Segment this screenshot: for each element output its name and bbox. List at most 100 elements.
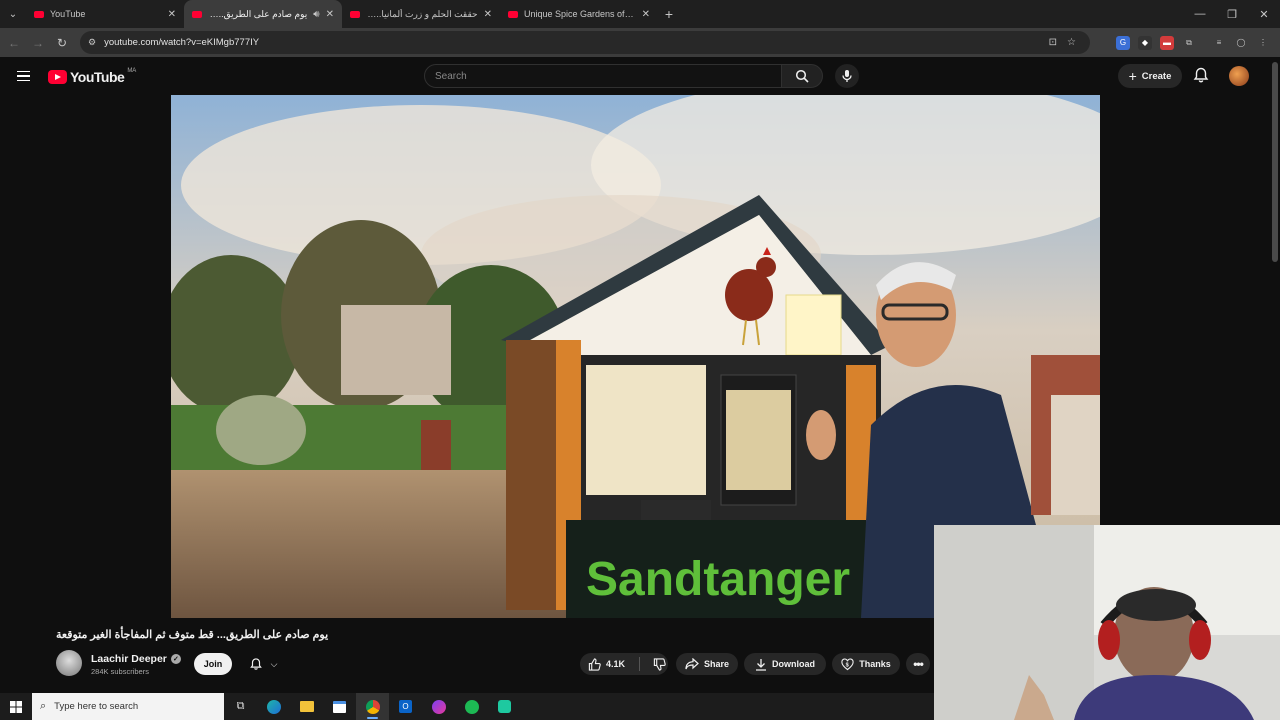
windows-taskbar: ⌕ Type here to search ⧉ O (0, 693, 934, 720)
task-view-icon[interactable]: ⧉ (224, 693, 257, 720)
plus-icon: + (1128, 68, 1137, 84)
youtube-favicon-icon (192, 10, 202, 18)
like-dislike-group: 4.1K (580, 653, 668, 675)
address-toolbar: ← → ↻ ⚙ youtube.com/watch?v=eKIMgb777IY … (0, 28, 1280, 57)
account-avatar[interactable] (1229, 66, 1249, 86)
back-icon[interactable]: ← (2, 36, 26, 50)
search-icon (795, 69, 809, 83)
page-scrollbar[interactable] (1272, 62, 1278, 262)
channel-name: Laachir Deeper (91, 653, 167, 665)
create-label: Create (1141, 70, 1172, 82)
youtube-favicon-icon (350, 10, 360, 18)
download-icon (756, 658, 766, 671)
browser-tab-video-3[interactable]: Unique Spice Gardens of the Vi ✕ (500, 0, 658, 28)
thanks-button[interactable]: $ Thanks (832, 653, 900, 675)
super-thanks-icon: $ (841, 657, 854, 670)
site-info-icon[interactable]: ⚙ (88, 37, 96, 48)
notifications-bell-icon[interactable] (1192, 66, 1210, 84)
thanks-label: Thanks (859, 659, 891, 669)
url-bar[interactable]: ⚙ youtube.com/watch?v=eKIMgb777IY ⊡ ☆ (80, 31, 1090, 54)
tab-title: YouTube (50, 9, 86, 19)
tab-close-icon[interactable]: ✕ (484, 9, 492, 20)
voice-search-button[interactable] (835, 64, 859, 88)
tab-title: حققت الحلم و زرت ألمانيا.. شفت (366, 8, 478, 19)
close-window-icon[interactable]: ✕ (1248, 0, 1280, 28)
country-code: MA (127, 68, 137, 74)
taskbar-search-input[interactable]: ⌕ Type here to search (32, 693, 224, 720)
chrome-browser-icon[interactable] (356, 693, 389, 720)
diamond-extension-icon[interactable]: ◆ (1138, 35, 1152, 50)
extensions-area: G ◆ ▬ ⧉ ≡ ◯ ⋮ (1116, 28, 1280, 57)
like-button[interactable]: 4.1K (588, 657, 626, 671)
like-count: 4.1K (606, 659, 626, 669)
speaker-icon[interactable]: 🔊︎ (313, 9, 319, 20)
subscription-notifications-button[interactable]: ⌵ (240, 653, 286, 675)
profile-icon[interactable]: ◯ (1234, 36, 1248, 50)
tab-title: يوم صادم على الطريق... قطـ (208, 8, 308, 19)
thumbs-down-icon[interactable] (653, 657, 666, 671)
subscriber-count: 284K subscribers (91, 667, 149, 676)
tab-search-button[interactable]: ⌄ (0, 0, 26, 28)
share-button[interactable]: Share (676, 653, 738, 675)
translate-extension-icon[interactable]: G (1116, 35, 1130, 50)
youtube-play-logo-icon (48, 70, 67, 84)
bell-icon (249, 658, 262, 670)
download-button[interactable]: Download (744, 653, 826, 675)
logo-wordmark: YouTube (70, 69, 125, 85)
taskbar-search-placeholder: Type here to search (54, 701, 139, 712)
microphone-icon (842, 70, 852, 82)
svg-text:$: $ (846, 662, 850, 668)
tab-close-icon[interactable]: ✕ (168, 9, 176, 20)
windows-logo-icon (10, 700, 22, 713)
file-explorer-icon[interactable] (290, 693, 323, 720)
share-label: Share (703, 659, 729, 669)
youtube-header: YouTube MA Search + Create (0, 57, 1280, 95)
like-divider (639, 657, 641, 671)
teal-app-icon[interactable] (488, 693, 521, 720)
outlook-icon[interactable]: O (389, 693, 422, 720)
more-horizontal-icon: ••• (913, 657, 924, 671)
guide-menu-icon[interactable] (17, 71, 30, 81)
start-button[interactable] (0, 693, 32, 720)
browser-tab-bar: ⌄ YouTube ✕ يوم صادم على الطريق... قطـ 🔊… (0, 0, 1280, 28)
search-button[interactable] (781, 64, 823, 88)
spotify-icon[interactable] (455, 693, 488, 720)
join-button[interactable]: Join (194, 653, 232, 675)
chevron-down-icon: ⌵ (270, 658, 278, 669)
more-actions-button[interactable]: ••• (906, 653, 930, 675)
tab-title: Unique Spice Gardens of the Vi (524, 9, 636, 19)
bookmark-star-icon[interactable]: ☆ (1067, 37, 1076, 48)
edge-browser-icon[interactable] (257, 693, 290, 720)
youtube-favicon-icon (508, 10, 518, 18)
minimize-icon[interactable]: — (1184, 0, 1216, 28)
share-arrow-icon (685, 658, 699, 670)
webcam-overlay (934, 525, 1280, 720)
browser-tab-active-video[interactable]: يوم صادم على الطريق... قطـ 🔊︎ ✕ (184, 0, 342, 28)
browser-menu-icon[interactable]: ⋮ (1256, 36, 1270, 50)
create-button[interactable]: + Create (1118, 64, 1182, 88)
webcam-feed (934, 525, 1280, 720)
search-input[interactable]: Search (424, 64, 782, 88)
restore-icon[interactable]: ❐ (1216, 0, 1248, 28)
download-label: Download (772, 659, 815, 669)
browser-tab-video-2[interactable]: حققت الحلم و زرت ألمانيا.. شفت ✕ (342, 0, 500, 28)
youtube-favicon-icon (34, 10, 44, 18)
forward-icon[interactable]: → (26, 36, 50, 50)
microsoft-store-icon[interactable] (323, 693, 356, 720)
reload-icon[interactable]: ↻ (50, 36, 74, 50)
youtube-logo[interactable]: YouTube MA (48, 68, 137, 85)
channel-name-link[interactable]: Laachir Deeper ✓ (91, 653, 181, 665)
new-tab-button[interactable]: + (658, 6, 680, 22)
messenger-icon[interactable] (422, 693, 455, 720)
thumbs-up-icon (588, 657, 601, 671)
channel-avatar[interactable] (56, 650, 82, 676)
url-text: youtube.com/watch?v=eKIMgb777IY (104, 37, 260, 48)
red-extension-icon[interactable]: ▬ (1160, 35, 1174, 50)
kiosk-sign-text: Sandtanger (586, 553, 850, 606)
browser-tab-youtube[interactable]: YouTube ✕ (26, 0, 184, 28)
extensions-puzzle-icon[interactable]: ⧉ (1182, 36, 1196, 50)
reading-list-icon[interactable]: ≡ (1212, 36, 1226, 50)
tab-close-icon[interactable]: ✕ (326, 9, 334, 20)
install-app-icon[interactable]: ⊡ (1049, 37, 1057, 48)
tab-close-icon[interactable]: ✕ (642, 9, 650, 20)
